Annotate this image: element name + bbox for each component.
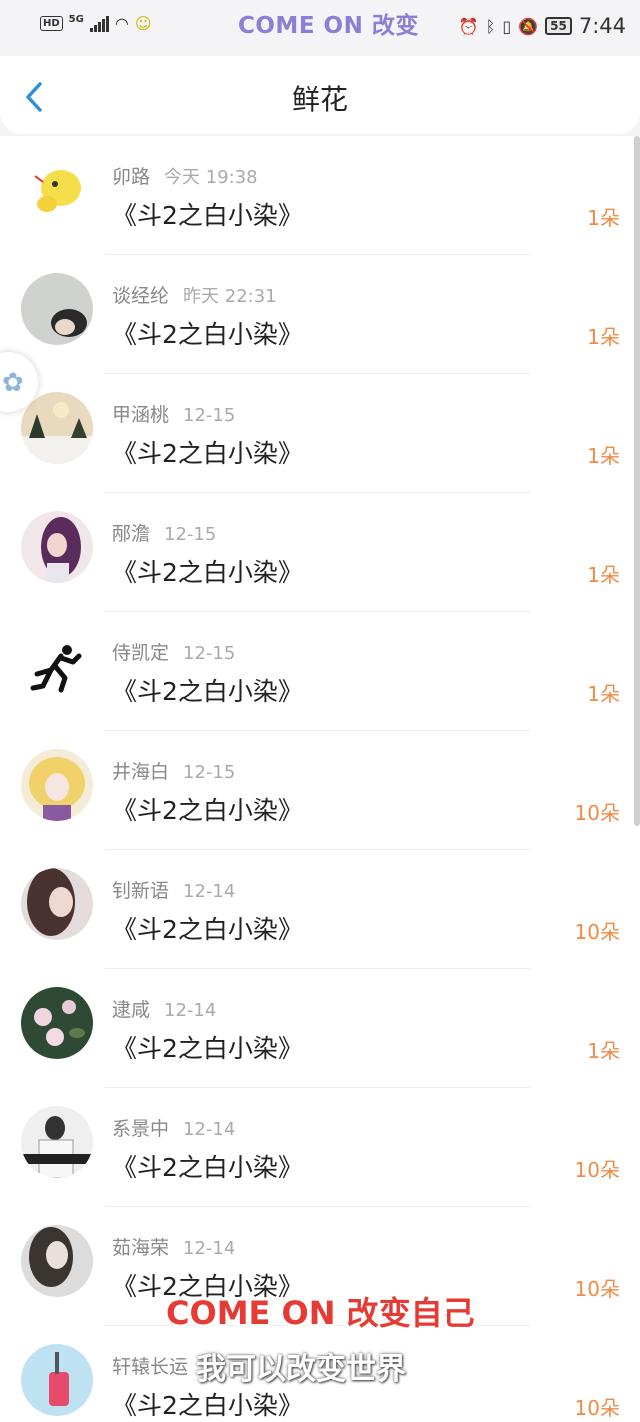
sender-meta: 谈经纶 昨天 22:31 bbox=[112, 281, 277, 308]
book-title: 《斗2之白小染》 bbox=[112, 558, 303, 587]
flower-count: 1朵 bbox=[587, 444, 620, 468]
sender-name: 逮咸 bbox=[112, 999, 151, 1021]
flower-count: 1朵 bbox=[587, 563, 620, 587]
list-item[interactable]: 邴澹 12-15 《斗2之白小染》 1朵 bbox=[0, 493, 640, 612]
send-date: 今天 19:38 bbox=[164, 167, 258, 188]
book-title: 《斗2之白小染》 bbox=[112, 439, 303, 468]
list-item[interactable]: 甲涵桃 12-15 《斗2之白小染》 1朵 bbox=[0, 374, 640, 493]
signal-icon bbox=[89, 15, 109, 32]
send-date: 12-15 bbox=[183, 405, 236, 426]
video-caption: COME ON 改变自己 bbox=[166, 1294, 475, 1332]
flower-list: 卯路 今天 19:38 《斗2之白小染》 1朵 谈经纶 昨天 22:31 《斗2之白… bbox=[0, 136, 640, 1422]
list-item[interactable]: 侍凯定 12-15 《斗2之白小染》 1朵 bbox=[0, 612, 640, 731]
book-title: 《斗2之白小染》 bbox=[112, 915, 303, 944]
avatar[interactable] bbox=[21, 1344, 93, 1416]
flower-count: 10朵 bbox=[574, 920, 620, 944]
book-title: 《斗2之白小染》 bbox=[112, 320, 303, 349]
send-date: 12-15 bbox=[164, 524, 217, 545]
book-title: 《斗2之白小染》 bbox=[112, 796, 303, 825]
list-item[interactable]: 系景中 12-14 《斗2之白小染》 10朵 bbox=[0, 1088, 640, 1207]
list-item[interactable]: 逮咸 12-14 《斗2之白小染》 1朵 bbox=[0, 969, 640, 1088]
avatar[interactable] bbox=[21, 154, 93, 226]
sender-meta: 邴澹 12-15 bbox=[112, 519, 216, 546]
hd-icon: HD bbox=[40, 16, 63, 31]
flower-count: 1朵 bbox=[587, 206, 620, 230]
sender-name: 谈经纶 bbox=[112, 285, 170, 307]
sender-name: 甲涵桃 bbox=[112, 404, 170, 426]
flower-count: 10朵 bbox=[574, 1396, 620, 1420]
avatar[interactable] bbox=[21, 1106, 93, 1178]
sender-name: 轩辕长运 bbox=[112, 1356, 189, 1378]
avatar[interactable] bbox=[21, 1225, 93, 1297]
clock: 7:44 bbox=[578, 14, 626, 38]
bluetooth-icon: ᛒ bbox=[485, 16, 496, 36]
sender-name: 邴澹 bbox=[112, 523, 151, 545]
avatar[interactable] bbox=[21, 392, 93, 464]
send-date: 12-14 bbox=[183, 1119, 236, 1140]
mute-icon: 🔕 bbox=[518, 16, 539, 36]
send-date: 12-14 bbox=[164, 1000, 217, 1021]
book-title: 《斗2之白小染》 bbox=[112, 1034, 303, 1063]
list-item[interactable]: 谈经纶 昨天 22:31 《斗2之白小染》 1朵 bbox=[0, 255, 640, 374]
avatar[interactable] bbox=[21, 273, 93, 345]
video-subtitle: 我可以改变世界 bbox=[196, 1352, 406, 1387]
sender-meta: 钊新语 12-14 bbox=[112, 876, 235, 903]
overlay-title: COME ON 改变 bbox=[238, 13, 419, 39]
status-bar: HD 5G ◠ ☺ COME ON 改变 ⏰ ᛒ ▯ 🔕 55 7:44 bbox=[0, 0, 640, 56]
sender-name: 钊新语 bbox=[112, 880, 170, 902]
flower-count: 1朵 bbox=[587, 1039, 620, 1063]
list-item[interactable]: 井海白 12-15 《斗2之白小染》 10朵 bbox=[0, 731, 640, 850]
scrollbar[interactable] bbox=[634, 136, 640, 826]
sender-meta: 茹海荣 12-14 bbox=[112, 1233, 235, 1260]
flower-count: 1朵 bbox=[587, 325, 620, 349]
book-title: 《斗2之白小染》 bbox=[112, 1153, 303, 1182]
status-left: HD 5G ◠ ☺ bbox=[40, 14, 152, 33]
list-item[interactable]: 卯路 今天 19:38 《斗2之白小染》 1朵 bbox=[0, 136, 640, 255]
flower-count: 10朵 bbox=[574, 801, 620, 825]
alarm-icon: ⏰ bbox=[458, 16, 479, 36]
flower-count: 1朵 bbox=[587, 682, 620, 706]
avatar[interactable] bbox=[21, 868, 93, 940]
book-title: 《斗2之白小染》 bbox=[112, 677, 303, 706]
floating-assistant-icon: ✿ bbox=[2, 368, 24, 398]
battery-icon: 55 bbox=[545, 17, 572, 35]
send-date: 12-14 bbox=[183, 1238, 236, 1259]
avatar[interactable] bbox=[21, 630, 93, 702]
list-item[interactable]: 钊新语 12-14 《斗2之白小染》 10朵 bbox=[0, 850, 640, 969]
sender-name: 卯路 bbox=[112, 166, 151, 188]
sender-name: 井海白 bbox=[112, 761, 170, 783]
sender-meta: 井海白 12-15 bbox=[112, 757, 235, 784]
wifi-icon: ◠ bbox=[114, 14, 129, 33]
nav-bar: 鲜花 bbox=[0, 56, 640, 134]
status-right: ⏰ ᛒ ▯ 🔕 55 7:44 bbox=[459, 14, 626, 38]
book-title: 《斗2之白小染》 bbox=[112, 201, 303, 230]
sender-name: 侍凯定 bbox=[112, 642, 170, 664]
sender-meta: 侍凯定 12-15 bbox=[112, 638, 235, 665]
send-date: 12-15 bbox=[183, 762, 236, 783]
sender-name: 系景中 bbox=[112, 1118, 170, 1140]
vibrate-icon: ▯ bbox=[502, 16, 512, 36]
network-label: 5G bbox=[68, 14, 84, 25]
send-date: 12-14 bbox=[183, 881, 236, 902]
flower-count: 10朵 bbox=[574, 1158, 620, 1182]
send-date: 12-15 bbox=[183, 643, 236, 664]
sender-name: 茹海荣 bbox=[112, 1237, 170, 1259]
send-date: 昨天 22:31 bbox=[183, 286, 277, 307]
sender-meta: 系景中 12-14 bbox=[112, 1114, 235, 1141]
sender-meta: 逮咸 12-14 bbox=[112, 995, 216, 1022]
sender-meta: 轩辕长运 bbox=[112, 1352, 202, 1379]
page-title: 鲜花 bbox=[291, 83, 348, 116]
sender-meta: 卯路 今天 19:38 bbox=[112, 162, 258, 189]
avatar[interactable] bbox=[21, 987, 93, 1059]
flower-count: 10朵 bbox=[574, 1277, 620, 1301]
app-notification-icon: ☺ bbox=[134, 14, 152, 33]
book-title: 《斗2之白小染》 bbox=[112, 1391, 303, 1420]
avatar[interactable] bbox=[21, 511, 93, 583]
avatar[interactable] bbox=[21, 749, 93, 821]
sender-meta: 甲涵桃 12-15 bbox=[112, 400, 235, 427]
